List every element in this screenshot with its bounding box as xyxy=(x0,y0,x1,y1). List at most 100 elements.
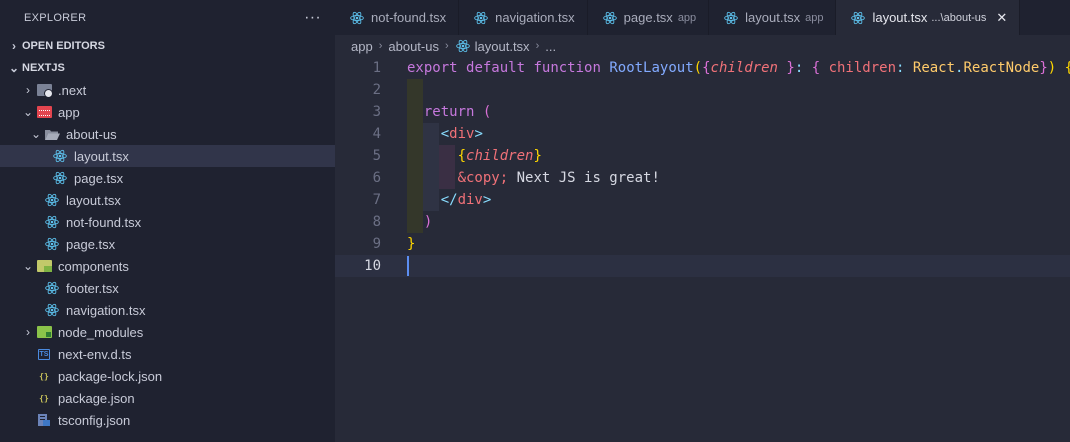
tree-file[interactable]: footer.tsx xyxy=(0,277,335,299)
tree-folder[interactable]: ⌄ about-us xyxy=(0,123,335,145)
tree-file[interactable]: page.tsx xyxy=(0,167,335,189)
code-line[interactable]: 4 <div> xyxy=(335,123,1070,145)
react-icon xyxy=(44,214,60,230)
code-token: > xyxy=(482,192,492,208)
code-text: } xyxy=(407,233,415,255)
json-icon: {} xyxy=(39,393,49,403)
editor-tab[interactable]: navigation.tsx xyxy=(459,0,588,35)
code-token: return xyxy=(423,104,475,120)
tree-file[interactable]: layout.tsx xyxy=(0,145,335,167)
code-token: } xyxy=(1039,60,1048,76)
line-number: 1 xyxy=(372,60,381,76)
code-token: ( xyxy=(693,60,703,76)
tree-file[interactable]: TS next-env.d.ts xyxy=(0,343,335,365)
tree-file[interactable]: not-found.tsx xyxy=(0,211,335,233)
code-line[interactable]: 5 {children} xyxy=(335,145,1070,167)
code-token: children xyxy=(828,60,897,76)
code-token: React xyxy=(912,60,956,76)
tree-item-label: node_modules xyxy=(58,324,144,340)
code-line[interactable]: 10 xyxy=(335,255,1070,277)
code-line[interactable]: 6 &copy; Next JS is great! xyxy=(335,167,1070,189)
breadcrumb-item[interactable]: ... xyxy=(545,39,556,54)
react-icon xyxy=(602,10,618,26)
react-icon xyxy=(723,10,739,26)
react-icon xyxy=(52,148,68,164)
code-token: function xyxy=(533,60,601,76)
tree-file[interactable]: page.tsx xyxy=(0,233,335,255)
open-folder-icon xyxy=(44,126,60,142)
chevron-right-icon: › xyxy=(26,83,30,97)
code-line[interactable]: 2 xyxy=(335,79,1070,101)
breadcrumb-item[interactable]: layout.tsx xyxy=(475,39,530,54)
tree-folder[interactable]: › node_modules xyxy=(0,321,335,343)
tree-file[interactable]: tsconfig.json xyxy=(0,409,335,431)
code-editor[interactable]: 1 export default function RootLayout({chi… xyxy=(335,57,1070,442)
code-text: <div> xyxy=(407,123,483,145)
tree-file[interactable]: layout.tsx xyxy=(0,189,335,211)
code-token: Next JS is great! xyxy=(508,170,660,186)
code-line[interactable]: 1 export default function RootLayout({chi… xyxy=(335,57,1070,79)
tree-item-label: page.tsx xyxy=(74,170,124,186)
code-token: ) xyxy=(423,214,433,230)
tab-label: navigation.tsx xyxy=(495,10,575,25)
react-icon xyxy=(850,10,866,26)
project-section[interactable]: ⌄ NEXTJS xyxy=(0,57,335,79)
explorer-sidebar: EXPLORER ··· › OPEN EDITORS ⌄ NEXTJS › .n… xyxy=(0,0,335,442)
code-token: children xyxy=(466,148,534,164)
tree-folder[interactable]: ⌄ components xyxy=(0,255,335,277)
code-token: children xyxy=(710,60,778,76)
code-line[interactable]: 7 </div> xyxy=(335,189,1070,211)
react-icon xyxy=(473,10,489,26)
code-text: export default function RootLayout({chil… xyxy=(407,57,1070,79)
editor-tab[interactable]: layout.tsx ...\about-us ✕ xyxy=(836,0,1021,35)
tree-item-label: layout.tsx xyxy=(66,192,121,208)
breadcrumb-item[interactable]: about-us xyxy=(388,39,439,54)
tree-item-label: layout.tsx xyxy=(74,148,129,164)
tree-file[interactable]: navigation.tsx xyxy=(0,299,335,321)
tab-label: not-found.tsx xyxy=(371,10,447,25)
close-icon[interactable]: ✕ xyxy=(996,10,1007,26)
code-token: ReactNode xyxy=(963,60,1040,76)
tree-item-label: package.json xyxy=(58,390,135,406)
tree-file[interactable]: {} package-lock.json xyxy=(0,365,335,387)
tree-item-label: app xyxy=(58,104,80,120)
code-text: {children} xyxy=(407,145,542,167)
editor-tab[interactable]: not-found.tsx xyxy=(335,0,460,35)
tree-file[interactable]: {} package.json xyxy=(0,387,335,409)
code-line[interactable]: 9} xyxy=(335,233,1070,255)
line-number: 2 xyxy=(372,82,381,98)
code-line[interactable]: 3 return ( xyxy=(335,101,1070,123)
tree-folder[interactable]: ⌄ app xyxy=(0,101,335,123)
code-token: } xyxy=(786,60,795,76)
tab-label: page.tsx xyxy=(623,10,673,25)
code-token: </ xyxy=(440,192,458,208)
tsconfig-icon xyxy=(36,412,52,428)
chevron-right-icon: › xyxy=(26,325,30,339)
components-folder-icon xyxy=(36,258,52,274)
code-line[interactable]: 8 ) xyxy=(335,211,1070,233)
code-token: default xyxy=(466,60,526,76)
explorer-title: EXPLORER xyxy=(24,11,87,24)
more-actions-icon[interactable]: ··· xyxy=(304,9,321,27)
tree-folder[interactable]: › .next xyxy=(0,79,335,101)
editor-tab[interactable]: page.tsx app xyxy=(588,0,710,35)
react-icon xyxy=(349,10,365,26)
code-text: ) xyxy=(407,211,432,233)
react-icon xyxy=(44,192,60,208)
breadcrumb-item[interactable]: app xyxy=(351,39,373,54)
tab-description: app xyxy=(677,11,697,24)
breadcrumb: app › about-us › layout.tsx ›... xyxy=(335,35,1070,57)
line-number: 10 xyxy=(364,258,381,274)
code-token: export xyxy=(407,60,458,76)
chevron-down-icon: ⌄ xyxy=(30,127,42,141)
code-text: &copy; Next JS is great! xyxy=(407,167,660,189)
editor-tab[interactable]: layout.tsx app xyxy=(709,0,837,35)
open-editors-section[interactable]: › OPEN EDITORS xyxy=(0,35,335,57)
code-token: { xyxy=(1065,60,1070,76)
